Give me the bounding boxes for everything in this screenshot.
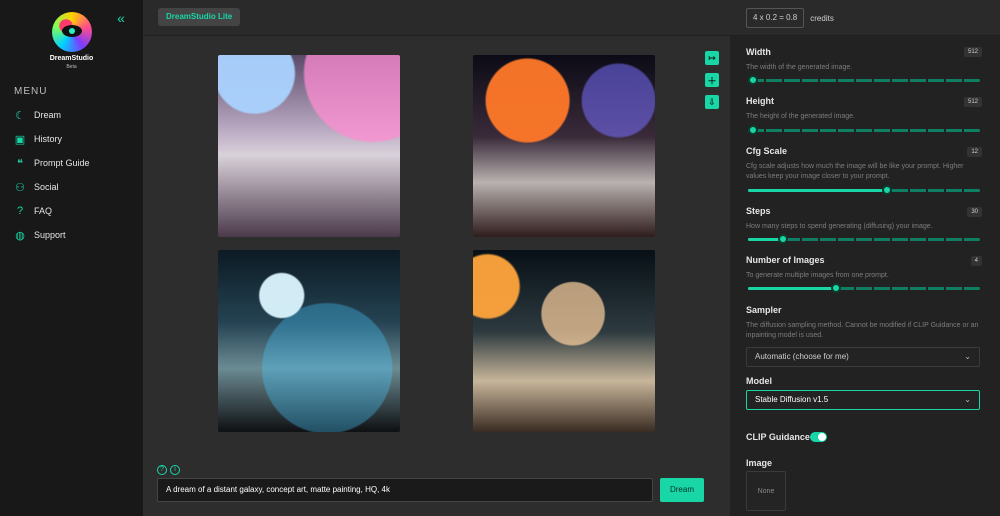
width-slider[interactable] xyxy=(748,74,980,86)
slider-thumb[interactable] xyxy=(777,234,788,244)
slider-thumb[interactable] xyxy=(882,185,893,195)
height-value: 512 xyxy=(963,97,982,107)
slider-fill xyxy=(748,287,837,290)
double-chevron-left-icon: « xyxy=(117,10,125,26)
generated-image-1[interactable] xyxy=(218,55,400,237)
app: DreamStudio Beta « MENU ☾ Dream ▣ Histor… xyxy=(0,0,1000,516)
clip-guidance-label: CLIP Guidance xyxy=(746,432,810,442)
history-icon: ▣ xyxy=(14,133,26,146)
init-image-placeholder: None xyxy=(757,488,775,495)
width-description: The width of the generated image. xyxy=(746,64,853,71)
model-label: Model xyxy=(746,376,772,386)
generated-image-2[interactable] xyxy=(473,55,655,237)
height-slider[interactable] xyxy=(748,124,980,136)
download-icon: ⇩ xyxy=(708,96,716,107)
help-icon[interactable]: ? xyxy=(157,465,167,475)
sidebar-menu: ☾ Dream ▣ History ❝ Prompt Guide ⚇ Socia… xyxy=(0,103,143,247)
settings-panel: Width 512 The width of the generated ima… xyxy=(730,36,1000,516)
chevron-down-icon: ⌄ xyxy=(964,395,971,404)
model-select[interactable]: Stable Diffusion v1.5 ⌄ xyxy=(746,390,980,410)
sampler-label: Sampler xyxy=(746,305,782,315)
prompt-guide-icon: ❝ xyxy=(17,157,23,170)
sidebar-item-label: Social xyxy=(34,182,59,192)
add-image-button[interactable]: ＋ xyxy=(705,73,719,87)
slider-track xyxy=(748,129,980,132)
collapse-sidebar-button[interactable]: « xyxy=(112,10,130,26)
main-canvas: ↦ ＋ ⇩ ? i A dream of a distant galaxy, c… xyxy=(143,36,730,516)
width-label: Width xyxy=(746,47,771,57)
add-file-icon: ＋ xyxy=(707,75,717,86)
clip-guidance-toggle[interactable] xyxy=(810,432,827,442)
generated-image-3[interactable] xyxy=(218,250,400,432)
sidebar-item-label: Prompt Guide xyxy=(34,158,90,168)
sidebar-item-history[interactable]: ▣ History xyxy=(0,127,143,151)
chevron-down-icon: ⌄ xyxy=(964,352,971,361)
steps-slider[interactable] xyxy=(748,233,980,245)
sidebar-item-social[interactable]: ⚇ Social xyxy=(0,175,143,199)
brand-name: DreamStudio xyxy=(49,55,94,62)
sidebar-item-label: FAQ xyxy=(34,206,53,216)
number-of-images-label: Number of Images xyxy=(746,255,825,265)
slider-thumb[interactable] xyxy=(831,283,842,293)
cfg-scale-label: Cfg Scale xyxy=(746,146,788,156)
dream-button[interactable]: Dream xyxy=(660,478,704,502)
steps-label: Steps xyxy=(746,206,771,216)
cfg-scale-value: 12 xyxy=(967,147,982,157)
credits-label: credits xyxy=(810,13,834,23)
sampler-selected-value: Automatic (choose for me) xyxy=(755,352,849,361)
top-bar: DreamStudio Lite 4 x 0.2 = 0.8 credits xyxy=(143,0,1000,36)
sidebar: DreamStudio Beta « MENU ☾ Dream ▣ Histor… xyxy=(0,0,143,516)
cfg-scale-slider[interactable] xyxy=(748,184,980,196)
height-label: Height xyxy=(746,96,774,106)
sampler-select[interactable]: Automatic (choose for me) ⌄ xyxy=(746,347,980,367)
sidebar-item-label: History xyxy=(34,134,63,144)
slider-thumb[interactable] xyxy=(748,75,758,85)
brand-subtitle: Beta xyxy=(66,64,77,70)
height-description: The height of the generated image. xyxy=(746,113,855,120)
image-label: Image xyxy=(746,458,773,468)
width-value: 512 xyxy=(963,47,982,57)
number-of-images-description: To generate multiple images from one pro… xyxy=(746,272,889,279)
download-button[interactable]: ⇩ xyxy=(705,95,719,109)
sampler-description: The diffusion sampling method. Cannot be… xyxy=(746,322,979,339)
dream-icon: ☾ xyxy=(15,109,25,122)
prompt-help-icons: ? i xyxy=(157,465,180,475)
sidebar-item-label: Support xyxy=(34,230,66,240)
slider-fill xyxy=(748,189,888,192)
export-icon: ↦ xyxy=(708,52,716,63)
slider-thumb[interactable] xyxy=(748,125,758,135)
menu-title: MENU xyxy=(14,86,48,97)
social-icon: ⚇ xyxy=(15,181,25,194)
credits-display: 4 x 0.2 = 0.8 credits xyxy=(746,8,834,28)
credits-calculation: 4 x 0.2 = 0.8 xyxy=(746,8,805,28)
prompt-input[interactable]: A dream of a distant galaxy, concept art… xyxy=(157,478,653,502)
number-of-images-slider[interactable] xyxy=(748,282,980,294)
sidebar-item-faq[interactable]: ? FAQ xyxy=(0,199,143,223)
info-icon[interactable]: i xyxy=(170,465,180,475)
sidebar-item-support[interactable]: ◍ Support xyxy=(0,223,143,247)
cfg-scale-description: Cfg scale adjusts how much the image wil… xyxy=(746,163,964,180)
number-of-images-value: 4 xyxy=(970,256,982,266)
steps-value: 30 xyxy=(967,207,982,217)
export-button[interactable]: ↦ xyxy=(705,51,719,65)
model-selected-value: Stable Diffusion v1.5 xyxy=(755,395,829,404)
eye-icon xyxy=(62,25,82,37)
generated-image-4[interactable] xyxy=(473,250,655,432)
slider-track xyxy=(748,79,980,82)
init-image-dropzone[interactable]: None xyxy=(746,471,786,511)
app-badge: DreamStudio Lite xyxy=(158,8,241,26)
sidebar-item-dream[interactable]: ☾ Dream xyxy=(0,103,143,127)
faq-icon: ? xyxy=(16,205,24,217)
steps-description: How many steps to spend generating (diff… xyxy=(746,223,933,230)
sidebar-item-label: Dream xyxy=(34,110,62,120)
support-icon: ◍ xyxy=(15,229,25,242)
sidebar-item-prompt-guide[interactable]: ❝ Prompt Guide xyxy=(0,151,143,175)
